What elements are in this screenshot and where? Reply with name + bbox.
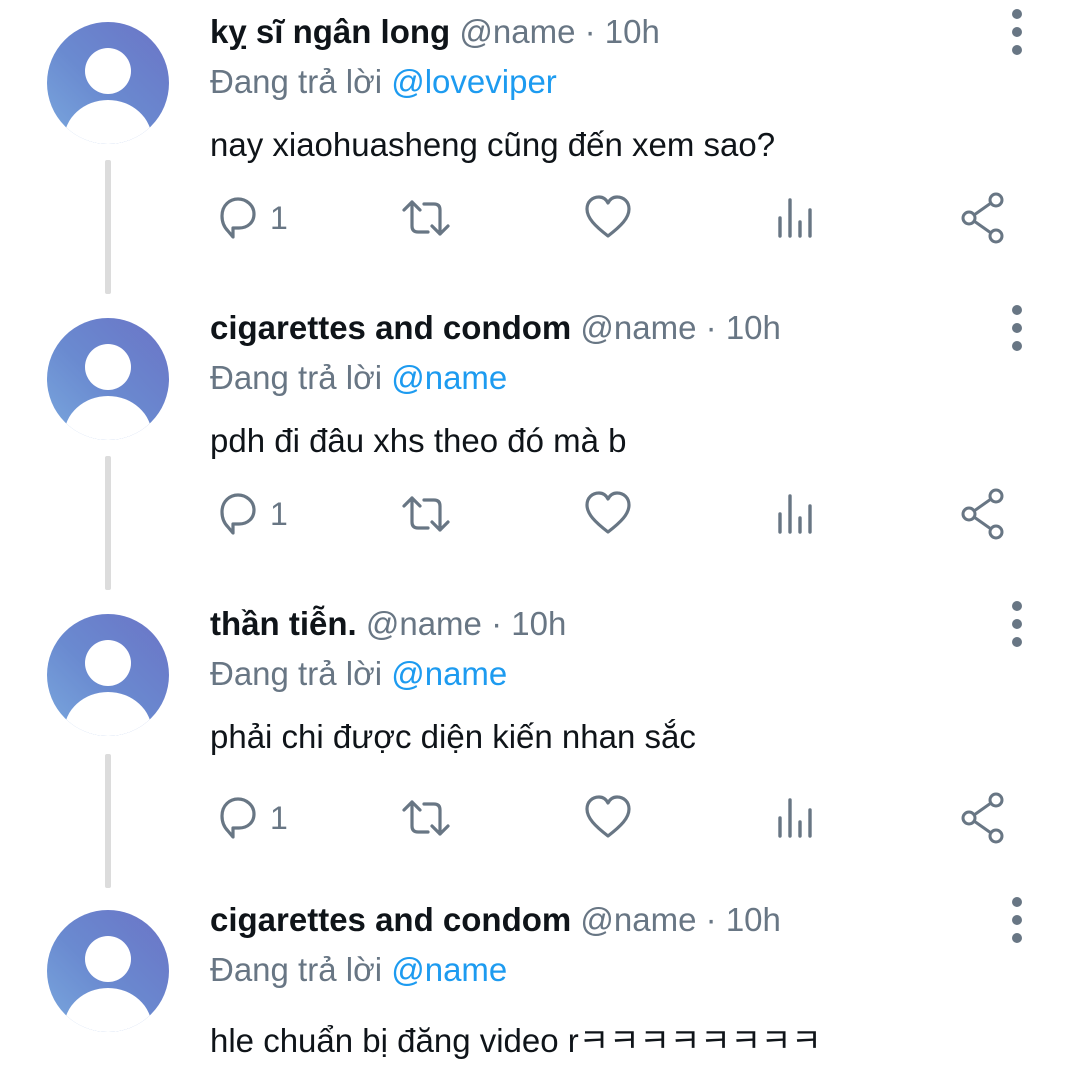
replying-to: Đang trả lời @name <box>210 652 507 696</box>
like-icon <box>585 795 631 838</box>
tweet-text: phải chi được diện kiến nhan sắc <box>210 718 696 755</box>
mention-link[interactable]: @name <box>391 655 507 692</box>
share-button[interactable] <box>958 790 1008 846</box>
share-button[interactable] <box>958 486 1008 542</box>
reply-icon <box>220 797 256 839</box>
separator-dot: · <box>491 605 503 642</box>
like-icon <box>585 491 631 534</box>
display-name[interactable]: cigarettes and condom <box>210 901 571 938</box>
timestamp[interactable]: 10h <box>605 13 660 50</box>
avatar-placeholder-icon <box>64 48 152 144</box>
more-options-button[interactable] <box>1003 2 1031 62</box>
tweet-header: cigarettes and condom @name · 10h <box>210 898 781 942</box>
more-options-icon <box>1012 897 1022 943</box>
avatar-placeholder-icon <box>64 344 152 440</box>
replying-to: Đang trả lời @name <box>210 356 507 400</box>
more-options-icon <box>1012 601 1022 647</box>
retweet-icon <box>402 496 450 532</box>
timestamp[interactable]: 10h <box>726 309 781 346</box>
share-icon <box>961 792 1004 844</box>
tweet-text: hle chuẩn bị đăng video rㅋㅋㅋㅋㅋㅋㅋㅋ <box>210 1022 822 1059</box>
reply-button[interactable]: 1 <box>212 790 302 846</box>
tweet-text: pdh đi đâu xhs theo đó mà b <box>210 422 627 459</box>
action-bar: 1 <box>0 486 1080 542</box>
avatar-placeholder-icon <box>64 936 152 1032</box>
user-handle[interactable]: @name <box>366 605 482 642</box>
tweet-text: nay xiaohuasheng cũng đến xem sao? <box>210 126 776 163</box>
replying-to-label: Đang trả lời <box>210 655 383 692</box>
more-options-button[interactable] <box>1003 890 1031 950</box>
share-button[interactable] <box>958 190 1008 246</box>
user-handle[interactable]: @name <box>580 901 696 938</box>
display-name[interactable]: thần tiễn. <box>210 605 357 642</box>
replying-to: Đang trả lời @loveviper <box>210 60 557 104</box>
retweet-button[interactable] <box>398 790 454 846</box>
replying-to: Đang trả lời @name <box>210 948 507 992</box>
retweet-icon <box>402 800 450 836</box>
timestamp[interactable]: 10h <box>511 605 566 642</box>
like-button[interactable] <box>583 790 633 846</box>
tweet-header: thần tiễn. @name · 10h <box>210 602 566 646</box>
reply-icon <box>220 493 256 535</box>
like-icon <box>585 195 631 238</box>
replying-to-label: Đang trả lời <box>210 359 383 396</box>
mention-link[interactable]: @name <box>391 359 507 396</box>
display-name[interactable]: cigarettes and condom <box>210 309 571 346</box>
reply-count: 1 <box>270 800 288 836</box>
reply-button[interactable]: 1 <box>212 486 302 542</box>
more-options-icon <box>1012 305 1022 351</box>
retweet-button[interactable] <box>398 486 454 542</box>
views-icon <box>778 198 812 238</box>
views-icon <box>778 494 812 534</box>
avatar[interactable] <box>47 614 169 736</box>
user-handle[interactable]: @name <box>580 309 696 346</box>
separator-dot: · <box>705 309 717 346</box>
display-name[interactable]: kỵ sĩ ngân long <box>210 13 450 50</box>
more-options-button[interactable] <box>1003 298 1031 358</box>
reply-count: 1 <box>270 496 288 532</box>
more-options-icon <box>1012 9 1022 55</box>
views-button[interactable] <box>774 486 818 542</box>
separator-dot: · <box>584 13 596 50</box>
reply-icon <box>220 197 256 239</box>
separator-dot: · <box>705 901 717 938</box>
like-button[interactable] <box>583 486 633 542</box>
avatar[interactable] <box>47 22 169 144</box>
tweet-header: cigarettes and condom @name · 10h <box>210 306 781 350</box>
replying-to-label: Đang trả lời <box>210 951 383 988</box>
replying-to-label: Đang trả lời <box>210 63 383 100</box>
action-bar: 1 <box>0 790 1080 846</box>
like-button[interactable] <box>583 190 633 246</box>
views-button[interactable] <box>774 790 818 846</box>
reply-count: 1 <box>270 200 288 236</box>
user-handle[interactable]: @name <box>459 13 575 50</box>
action-bar: 1 <box>0 190 1080 246</box>
avatar[interactable] <box>47 910 169 1032</box>
mention-link[interactable]: @loveviper <box>391 63 557 100</box>
reply-button[interactable]: 1 <box>212 190 302 246</box>
views-icon <box>778 798 812 838</box>
tweet-header: kỵ sĩ ngân long @name · 10h <box>210 10 660 54</box>
share-icon <box>961 488 1004 540</box>
views-button[interactable] <box>774 190 818 246</box>
avatar-placeholder-icon <box>64 640 152 736</box>
mention-link[interactable]: @name <box>391 951 507 988</box>
retweet-button[interactable] <box>398 190 454 246</box>
share-icon <box>961 192 1004 244</box>
retweet-icon <box>402 200 450 236</box>
timestamp[interactable]: 10h <box>726 901 781 938</box>
avatar[interactable] <box>47 318 169 440</box>
more-options-button[interactable] <box>1003 594 1031 654</box>
